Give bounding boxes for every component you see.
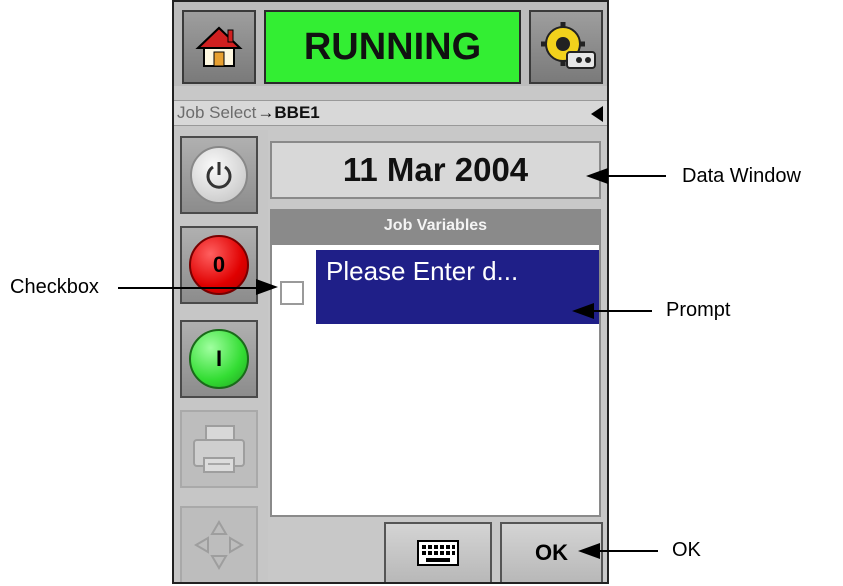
printer-touchscreen: RUNNING Job Select → BBE1 0 I 11 Mar 200… (172, 0, 609, 584)
ok-line (598, 550, 658, 552)
data-window[interactable]: 11 Mar 2004 (270, 141, 601, 199)
top-bar: RUNNING (174, 2, 607, 86)
callout-checkbox: Checkbox (10, 276, 99, 298)
home-button[interactable] (182, 10, 256, 84)
job-variable-checkbox[interactable] (280, 281, 304, 305)
job-variables-header: Job Variables (270, 209, 601, 243)
breadcrumb: Job Select → BBE1 (174, 100, 607, 126)
start-button[interactable]: I (180, 320, 258, 398)
stop-button[interactable]: 0 (180, 226, 258, 304)
ok-arrowhead (578, 543, 600, 559)
job-variable-prompt[interactable]: Please Enter d... (316, 250, 599, 324)
callout-prompt: Prompt (666, 299, 731, 321)
print-icon (193, 425, 245, 473)
prompt-line (592, 310, 652, 312)
navigate-button[interactable] (180, 506, 258, 582)
callout-data-window: Data Window (682, 165, 801, 187)
keyboard-icon (417, 540, 459, 566)
breadcrumb-path[interactable]: Job Select (177, 103, 256, 123)
prompt-arrowhead (572, 303, 594, 319)
home-icon (195, 26, 243, 67)
breadcrumb-current: BBE1 (274, 103, 320, 122)
data-window-arrowhead (586, 168, 608, 184)
power-button[interactable] (180, 136, 258, 214)
data-window-line (606, 175, 666, 177)
checkbox-arrowhead (256, 279, 278, 295)
breadcrumb-separator: → (257, 103, 275, 122)
checkbox-line (118, 287, 258, 289)
stop-label: 0 (189, 235, 249, 295)
settings-button[interactable] (529, 10, 603, 84)
start-label: I (189, 329, 249, 389)
power-icon (190, 146, 248, 204)
keyboard-button[interactable] (384, 522, 492, 582)
side-button-column: 0 I (174, 130, 268, 582)
print-button[interactable] (180, 410, 258, 488)
navigate-icon (194, 520, 244, 570)
status-display: RUNNING (264, 10, 521, 84)
settings-icon (541, 22, 596, 69)
callout-ok: OK (672, 539, 701, 561)
back-arrow-icon[interactable] (591, 106, 603, 122)
job-variables-list: Please Enter d... (270, 243, 601, 517)
